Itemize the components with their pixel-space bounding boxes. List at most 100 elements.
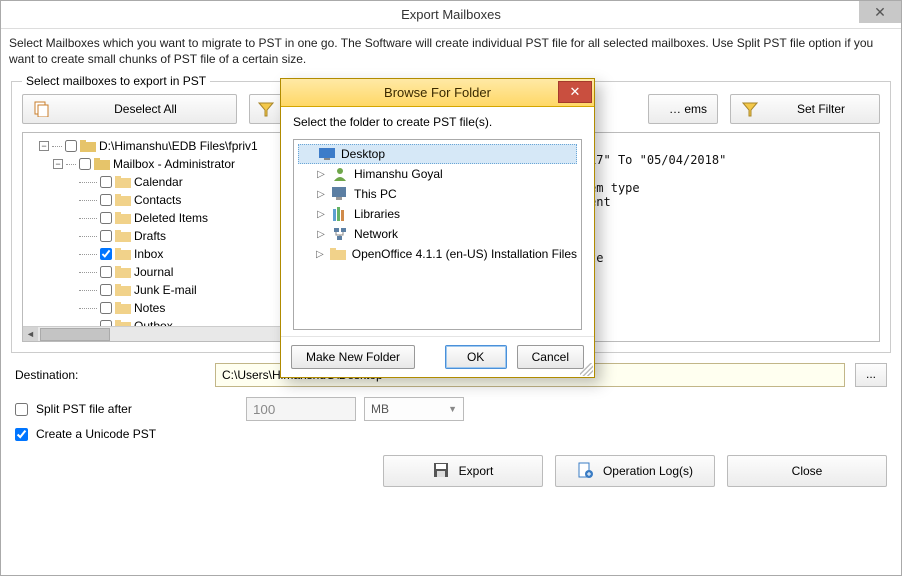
close-label: Close [792, 464, 823, 478]
set-filter-label: Set Filter [773, 102, 869, 116]
browse-destination-button[interactable]: ... [855, 363, 887, 387]
funnel-icon [257, 100, 275, 118]
tree-label: Notes [134, 301, 165, 315]
tree-label: Drafts [134, 229, 166, 243]
network-icon [332, 226, 348, 242]
folder-tree-item[interactable]: ▷ Libraries [298, 204, 577, 224]
folder-label: Desktop [341, 147, 385, 161]
database-icon [80, 138, 96, 154]
tree-checkbox[interactable] [100, 176, 112, 188]
deleted-icon [115, 210, 131, 226]
browse-folder-dialog: Browse For Folder ✕ Select the folder to… [280, 78, 595, 378]
folder-tree-item[interactable]: ▷ Himanshu Goyal [298, 164, 577, 184]
folder-icon [330, 246, 346, 262]
tree-checkbox[interactable] [65, 140, 77, 152]
user-icon [332, 166, 348, 182]
window-close-button[interactable]: ✕ [859, 1, 901, 23]
unicode-pst-row: Create a Unicode PST [15, 427, 887, 441]
modal-close-button[interactable]: ✕ [558, 81, 592, 103]
export-button[interactable]: Export [383, 455, 543, 487]
folder-label: This PC [354, 187, 397, 201]
modal-instruction: Select the folder to create PST file(s). [293, 115, 582, 129]
calendar-icon [115, 174, 131, 190]
tree-label: Deleted Items [134, 211, 208, 225]
tree-label: Junk E-mail [134, 283, 197, 297]
deselect-all-label: Deselect All [65, 102, 226, 116]
export-label: Export [459, 464, 494, 478]
collapse-icon[interactable]: − [53, 159, 63, 169]
tree-label: Calendar [134, 175, 183, 189]
window-description: Select Mailboxes which you want to migra… [1, 29, 901, 77]
tree-label: Inbox [134, 247, 163, 261]
split-unit-select[interactable]: MB ▼ [364, 397, 464, 421]
filter-items-label: … ems [659, 102, 707, 116]
deselect-all-button[interactable]: Deselect All [22, 94, 237, 124]
expand-icon[interactable]: ▷ [316, 209, 326, 220]
tree-checkbox[interactable] [100, 284, 112, 296]
set-filter-button[interactable]: Set Filter [730, 94, 880, 124]
libraries-icon [332, 206, 348, 222]
filter-items-button[interactable]: … ems [648, 94, 718, 124]
folder-label: Libraries [354, 207, 400, 221]
modal-titlebar: Browse For Folder ✕ [281, 79, 594, 107]
split-pst-label[interactable]: Split PST file after [36, 402, 208, 416]
unicode-pst-label[interactable]: Create a Unicode PST [36, 427, 156, 441]
mailbox-icon [94, 156, 110, 172]
expand-icon[interactable]: ▷ [316, 169, 326, 180]
split-pst-row: Split PST file after MB ▼ [15, 397, 887, 421]
expand-icon[interactable]: ▷ [316, 189, 326, 200]
tree-checkbox[interactable] [100, 212, 112, 224]
contacts-icon [115, 192, 131, 208]
scroll-thumb[interactable] [40, 328, 110, 341]
close-icon: ✕ [570, 84, 581, 100]
pc-icon [332, 186, 348, 202]
reset-filter-button[interactable] [249, 94, 283, 124]
notes-icon [115, 300, 131, 316]
folder-tree-item[interactable]: ▷ This PC [298, 184, 577, 204]
resize-grip-icon[interactable] [580, 363, 593, 376]
drafts-icon [115, 228, 131, 244]
filter-icon [741, 100, 759, 118]
tree-label: Contacts [134, 193, 181, 207]
modal-body: Select the folder to create PST file(s).… [281, 107, 594, 336]
expand-icon[interactable]: ▷ [316, 249, 324, 260]
folder-label: Himanshu Goyal [354, 167, 443, 181]
titlebar: Export Mailboxes ✕ [1, 1, 901, 29]
tree-checkbox[interactable] [100, 248, 112, 260]
split-size-input[interactable] [246, 397, 356, 421]
fieldset-legend: Select mailboxes to export in PST [22, 74, 210, 88]
tree-checkbox[interactable] [100, 266, 112, 278]
operation-logs-button[interactable]: Operation Log(s) [555, 455, 715, 487]
modal-cancel-button[interactable]: Cancel [517, 345, 584, 369]
split-pst-checkbox[interactable] [15, 403, 28, 416]
scroll-left-icon[interactable]: ◄ [23, 327, 38, 342]
make-new-folder-button[interactable]: Make New Folder [291, 345, 415, 369]
close-button[interactable]: Close [727, 455, 887, 487]
journal-icon [115, 264, 131, 280]
folder-tree[interactable]: Desktop ▷ Himanshu Goyal ▷ This PC ▷ Libraries… [293, 139, 582, 330]
split-unit-value: MB [371, 402, 389, 416]
folder-label: OpenOffice 4.1.1 (en-US) Installation Fi… [352, 247, 577, 261]
tree-checkbox[interactable] [100, 302, 112, 314]
folder-tree-item[interactable]: Desktop [298, 144, 577, 164]
folder-label: Network [354, 227, 398, 241]
chevron-down-icon: ▼ [448, 404, 457, 414]
modal-title: Browse For Folder [384, 85, 491, 100]
window-title: Export Mailboxes [401, 7, 501, 22]
tree-checkbox[interactable] [79, 158, 91, 170]
folder-tree-item[interactable]: ▷ Network [298, 224, 577, 244]
tree-checkbox[interactable] [100, 194, 112, 206]
folder-tree-item[interactable]: ▷ OpenOffice 4.1.1 (en-US) Installation F… [298, 244, 577, 264]
modal-ok-button[interactable]: OK [445, 345, 507, 369]
tree-checkbox[interactable] [100, 230, 112, 242]
bottom-buttons: Export Operation Log(s) Close [15, 455, 887, 487]
tree-label: Journal [134, 265, 173, 279]
junk-icon [115, 282, 131, 298]
inbox-icon [115, 246, 131, 262]
tree-label: Mailbox - Administrator [113, 157, 235, 171]
unicode-pst-checkbox[interactable] [15, 428, 28, 441]
close-icon: ✕ [874, 4, 886, 21]
collapse-icon[interactable]: − [39, 141, 49, 151]
operation-logs-label: Operation Log(s) [603, 464, 693, 478]
expand-icon[interactable]: ▷ [316, 229, 326, 240]
